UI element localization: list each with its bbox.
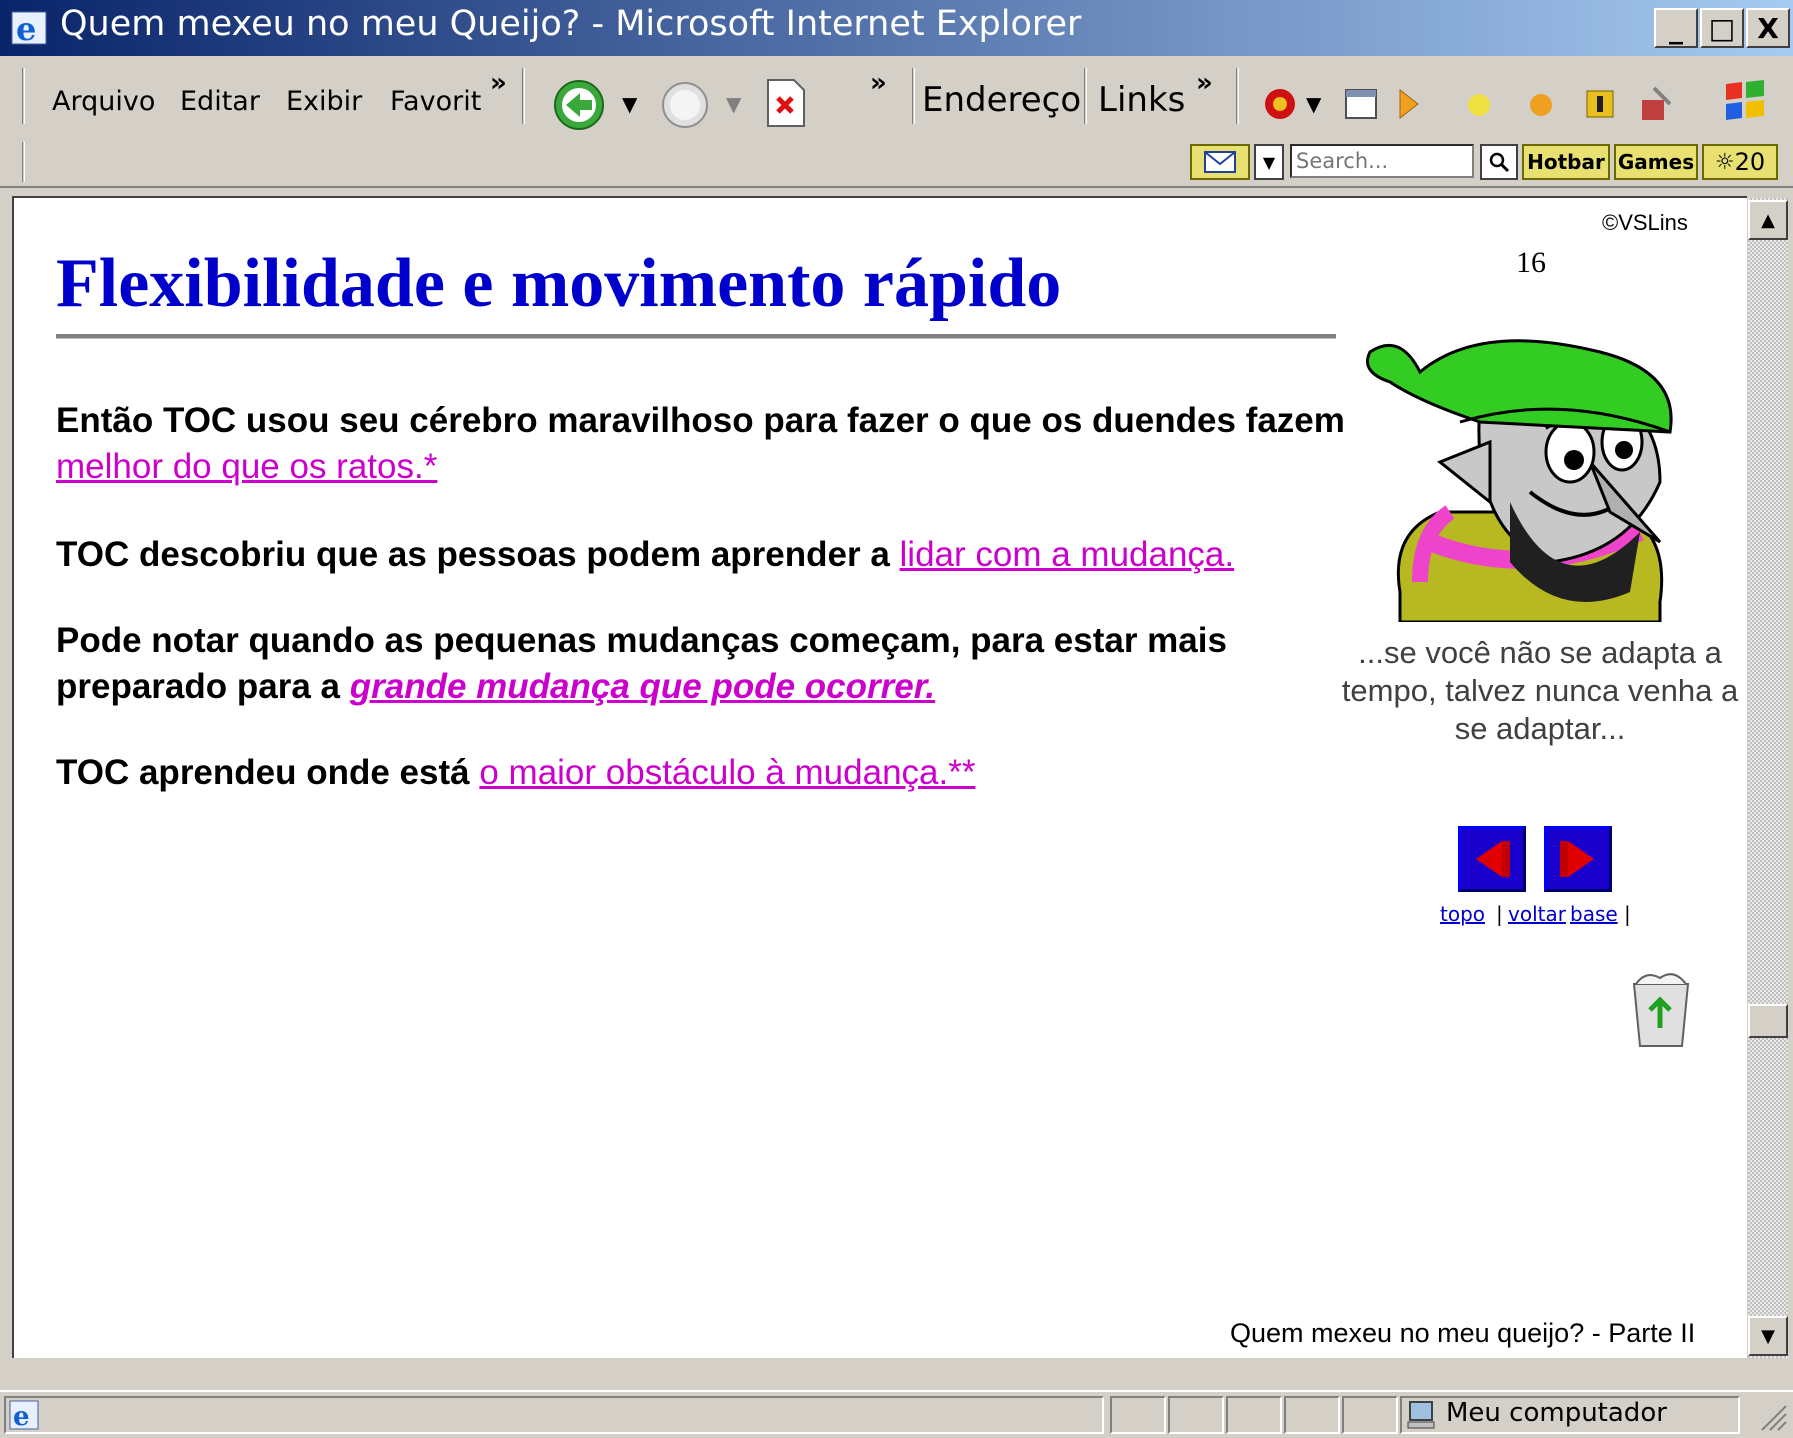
paragraph-2-text: TOC descobriu que as pessoas podem apren… [56,535,900,574]
close-button[interactable]: X [1746,8,1790,48]
back-arrow-icon[interactable] [552,78,606,132]
search-input[interactable] [1290,144,1474,178]
menu-exibir[interactable]: Exibir [286,86,362,117]
paragraph-1-text: Então TOC usou seu cérebro maravilhoso p… [56,401,1345,440]
command-bar [0,56,1793,137]
menu-favoritos[interactable]: Favorit [390,86,481,117]
toolbar-overflow-chevron[interactable]: » [870,68,887,98]
paragraph-3: Pode notar quando as pequenas mudanças c… [56,618,1356,710]
menu-editar[interactable]: Editar [180,86,260,117]
links-overflow-chevron[interactable]: » [1196,68,1213,98]
minimize-button[interactable]: _ [1654,8,1698,48]
ie-logo-icon: e [11,10,47,48]
media-icon[interactable] [1262,86,1298,122]
footer-title: Quem mexeu no meu queijo? - Parte II [1230,1318,1696,1348]
search-button[interactable] [1480,144,1518,180]
page-heading: Flexibilidade e movimento rápido [56,245,1062,322]
orange-dot-icon[interactable] [1526,90,1556,120]
forward-arrow-icon[interactable] [660,80,710,130]
next-page-button[interactable] [1544,826,1612,892]
messenger-icon[interactable] [1394,86,1424,122]
paragraph-2: TOC descobriu que as pessoas podem apren… [56,532,1356,578]
status-panel [1168,1396,1224,1434]
weather-temp: 20 [1734,148,1766,176]
scroll-down-button[interactable]: ▼ [1748,1316,1788,1356]
svg-text:e: e [13,1402,30,1431]
scroll-up-button[interactable]: ▲ [1748,200,1788,240]
goblin-illustration [1366,339,1673,622]
svg-text:e: e [16,10,36,48]
toolbar-separator-3 [1084,68,1087,124]
page-loaded-icon: e [9,1400,39,1432]
link-melhor-do-que-os-ratos[interactable]: melhor do que os ratos.* [56,447,437,486]
weather-button[interactable]: ☼ 20 [1702,144,1778,180]
paragraph-4: TOC aprendeu onde está o maior obstáculo… [56,750,1356,796]
illustration-caption: ...se você não se adapta a tempo, talvez… [1341,635,1739,746]
search-icon [1489,152,1510,173]
nav-separator: | [1496,902,1503,926]
stop-icon[interactable] [764,76,808,130]
link-lidar-com-a-mudanca[interactable]: lidar com a mudança. [900,535,1235,574]
search-toolbar-grip[interactable] [22,142,25,182]
weather-icon: ☼ [1714,149,1735,175]
copyright-notice: ©VSLins [1602,210,1688,235]
paragraph-1: Então TOC usou seu cérebro maravilhoso p… [56,398,1356,490]
arrow-up-icon: ▲ [1761,209,1775,231]
link-maior-obstaculo[interactable]: o maior obstáculo à mudança.** [479,753,975,792]
nav-link-topo[interactable]: topo [1440,902,1485,926]
window-title: Quem mexeu no meu Queijo? - Microsoft In… [60,4,1082,44]
status-panel [1110,1396,1166,1434]
toolbar-grip[interactable] [22,68,25,124]
nav-link-voltar[interactable]: voltar [1508,902,1566,926]
status-panel [1284,1396,1340,1434]
media-dropdown-icon[interactable]: ▼ [1306,92,1321,116]
previous-page-button[interactable] [1458,826,1526,892]
nav-link-base[interactable]: base [1570,902,1618,926]
nav-separator: | [1624,902,1631,926]
arrow-left-icon [1476,841,1510,877]
scroll-thumb[interactable] [1748,1004,1788,1038]
tools-icon[interactable] [1636,84,1676,124]
recycle-bin-icon[interactable] [1626,970,1696,1050]
computer-icon [1407,1401,1435,1429]
hotbar-button[interactable]: Hotbar [1522,144,1610,180]
windows-logo-icon [1726,80,1764,120]
toolbar-separator-2 [912,68,915,124]
security-zone-label: Meu computador [1446,1398,1667,1428]
page-number: 16 [1516,246,1546,279]
toolbar-separator [522,68,525,124]
games-button[interactable]: Games [1614,144,1698,180]
menu-overflow-chevron[interactable]: » [490,68,507,98]
status-panel-main: e [4,1396,1104,1434]
mail-icon [1204,151,1236,173]
status-panel [1226,1396,1282,1434]
resize-grip-icon[interactable] [1756,1400,1790,1434]
yellow-dot-icon[interactable] [1464,90,1494,120]
back-dropdown-icon[interactable]: ▼ [622,92,637,116]
arrow-down-icon: ▼ [1761,1325,1775,1347]
links-label[interactable]: Links [1098,80,1185,120]
address-bar-label[interactable]: Endereço [922,80,1081,120]
arrow-right-icon [1560,841,1594,877]
horizontal-rule [56,334,1336,339]
toolbar-separator-4 [1236,68,1239,124]
paragraph-4-text: TOC aprendeu onde está [56,753,480,792]
maximize-button[interactable]: □ [1700,8,1744,48]
window-icon[interactable] [1344,88,1378,120]
menu-arquivo[interactable]: Arquivo [52,86,155,117]
status-panel [1342,1396,1398,1434]
dropdown-arrow-icon: ▼ [1262,152,1276,172]
mail-dropdown-button[interactable]: ▼ [1254,144,1284,180]
key-icon[interactable] [1584,88,1616,120]
vertical-scrollbar[interactable] [1748,198,1788,1358]
mail-button[interactable] [1190,144,1250,180]
link-grande-mudanca[interactable]: grande mudança que pode ocorrer. [350,667,935,706]
forward-dropdown-icon[interactable]: ▼ [726,92,741,116]
